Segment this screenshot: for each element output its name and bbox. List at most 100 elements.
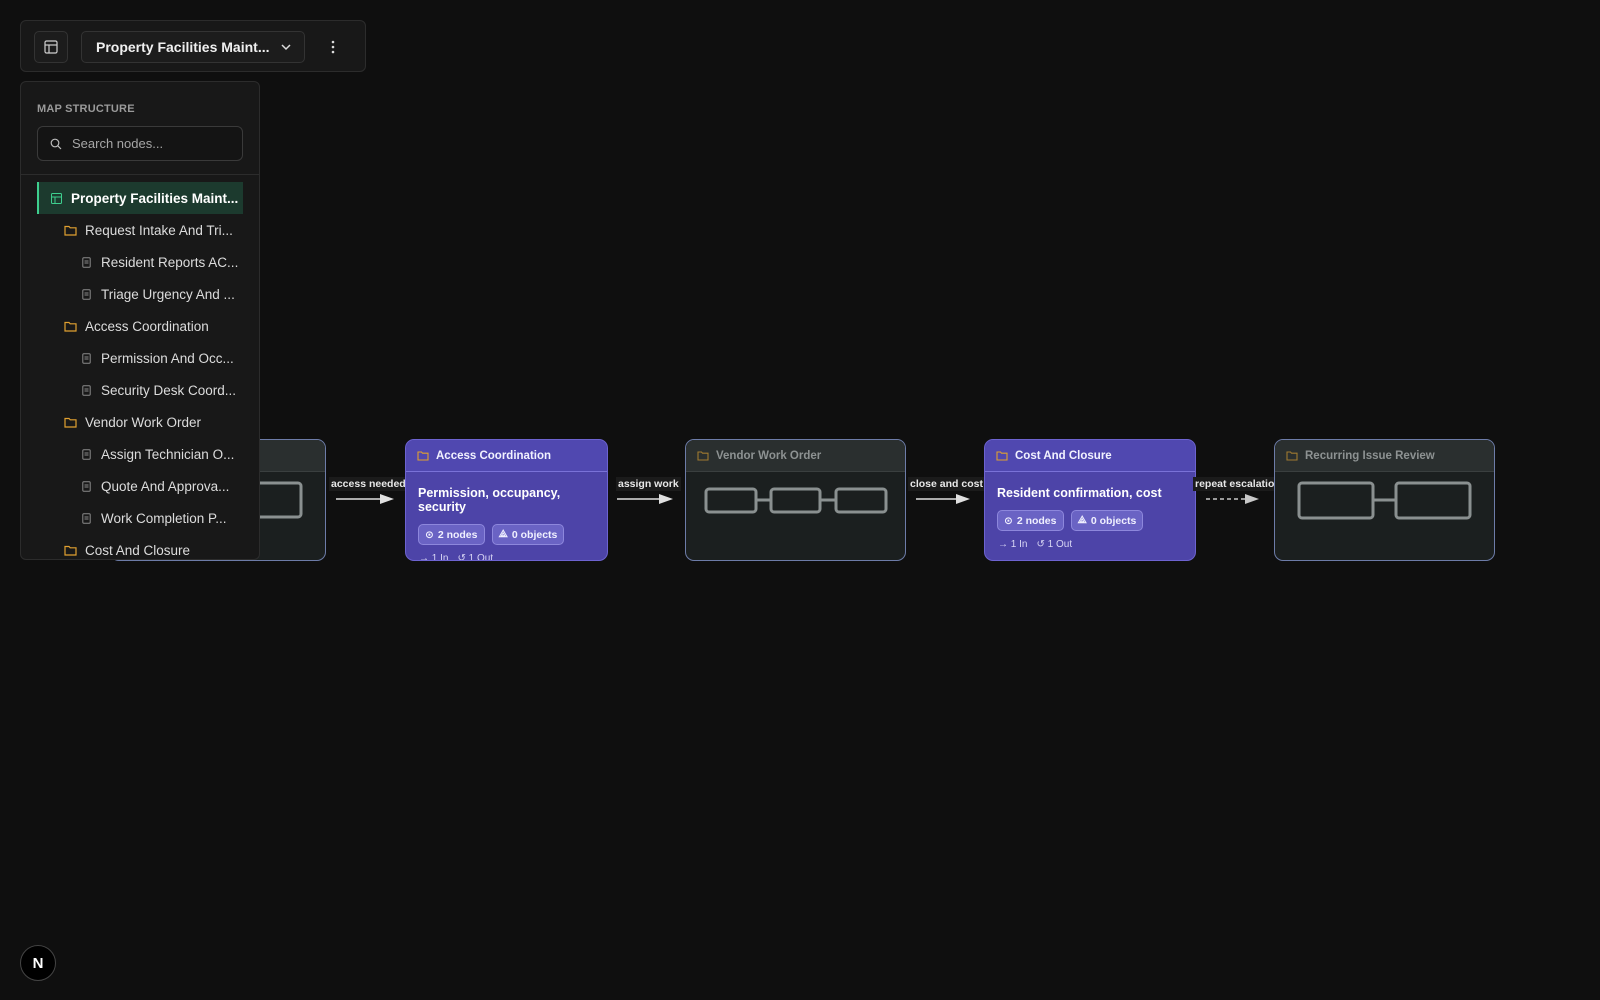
tree-item[interactable]: Work Completion P...	[37, 502, 243, 534]
tree-item[interactable]: Access Coordination	[37, 310, 243, 342]
folder-icon	[63, 545, 77, 556]
document-icon	[81, 352, 91, 364]
document-icon	[79, 480, 93, 492]
document-icon	[79, 288, 93, 300]
folder-icon	[417, 450, 429, 461]
document-icon	[79, 512, 93, 524]
tree-item-label: Triage Urgency And ...	[101, 286, 235, 302]
search-box[interactable]	[37, 126, 243, 161]
collapsed-node-preview	[1297, 481, 1472, 520]
outputs-count: ↺ 1 Out	[457, 553, 493, 561]
arrow-out-icon: ↺	[457, 553, 466, 561]
more-options-button[interactable]	[317, 31, 349, 63]
edge-label[interactable]: access needed	[329, 477, 408, 491]
panel-heading: MAP STRUCTURE	[37, 103, 135, 115]
tree-item[interactable]: Security Desk Coord...	[37, 374, 243, 406]
node-vendor-work-order[interactable]: Vendor Work Order	[685, 439, 906, 561]
tree-item[interactable]: Assign Technician O...	[37, 438, 243, 470]
inputs-count: → 1 In	[419, 553, 448, 561]
tree-item-label: Resident Reports AC...	[101, 254, 239, 270]
app-logo[interactable]: N	[20, 945, 56, 981]
inputs-count: → 1 In	[998, 539, 1028, 550]
tree-item[interactable]: Permission And Occ...	[37, 342, 243, 374]
objects-icon: ⟁	[1077, 514, 1087, 526]
map-icon	[50, 192, 62, 204]
tree-item[interactable]: Property Facilities Maint...	[37, 182, 243, 214]
layout-icon	[44, 40, 58, 54]
edge-label[interactable]: repeat escalation	[1193, 477, 1283, 491]
map-icon	[49, 192, 63, 204]
tree-item-label: Work Completion P...	[101, 510, 227, 526]
tree-item-label: Cost And Closure	[85, 542, 191, 558]
folder-icon	[63, 321, 77, 332]
tree-item[interactable]: Resident Reports AC...	[37, 246, 243, 278]
node-recurring-issue-review[interactable]: Recurring Issue Review	[1274, 439, 1495, 561]
document-icon	[81, 384, 91, 396]
document-icon	[79, 256, 93, 268]
folder-icon	[63, 545, 77, 556]
nodes-count-badge: ⊙ 2 nodes	[997, 510, 1064, 531]
tree-item[interactable]: Vendor Work Order	[37, 406, 243, 438]
node-subtitle: Permission, occupancy, security	[418, 486, 561, 514]
edge-arrow[interactable]	[617, 493, 677, 505]
map-selector-label: Property Facilities Maint...	[96, 39, 270, 55]
tree-item-label: Access Coordination	[85, 318, 209, 334]
node-access-coordination[interactable]: Access Coordination Permission, occupanc…	[405, 439, 608, 561]
edge-arrow[interactable]	[916, 493, 976, 505]
arrow-in-icon: →	[998, 539, 1008, 550]
tree-item-label: Request Intake And Tri...	[85, 222, 233, 238]
tree-item[interactable]: Quote And Approva...	[37, 470, 243, 502]
objects-icon: ⟁	[498, 528, 508, 540]
document-icon	[79, 384, 93, 396]
tree-item[interactable]: Triage Urgency And ...	[37, 278, 243, 310]
node-title: Access Coordination	[436, 449, 552, 462]
search-input[interactable]	[70, 135, 224, 152]
nodes-icon: ⊙	[425, 528, 434, 541]
node-title: Cost And Closure	[1015, 449, 1112, 462]
folder-icon	[1286, 450, 1298, 461]
node-subtitle: Resident confirmation, cost	[997, 486, 1162, 500]
outputs-count: ↺ 1 Out	[1036, 539, 1073, 550]
folder-icon	[63, 417, 77, 428]
nodes-icon: ⊙	[1004, 514, 1013, 527]
divider	[21, 174, 259, 175]
edge-arrow[interactable]	[336, 493, 396, 505]
tree-item[interactable]: Cost And Closure	[37, 534, 243, 559]
node-title: Recurring Issue Review	[1305, 449, 1435, 462]
tree-item-label: Permission And Occ...	[101, 350, 234, 366]
tree-item-label: Quote And Approva...	[101, 478, 230, 494]
edge-label[interactable]: close and cost	[908, 477, 985, 491]
node-cost-and-closure[interactable]: Cost And Closure Resident confirmation, …	[984, 439, 1196, 561]
more-vertical-icon	[331, 40, 335, 54]
folder-icon	[63, 225, 77, 236]
collapsed-node-preview	[704, 487, 888, 514]
folder-icon	[697, 450, 709, 461]
objects-count-badge: ⟁ 0 objects	[1070, 510, 1144, 531]
objects-count-badge: ⟁ 0 objects	[491, 524, 565, 545]
search-icon	[50, 138, 62, 149]
edge-label[interactable]: assign work	[616, 477, 681, 491]
tree-item-label: Vendor Work Order	[85, 414, 202, 430]
document-icon	[81, 512, 91, 524]
folder-icon	[63, 225, 77, 236]
document-icon	[81, 288, 91, 300]
document-icon	[81, 480, 91, 492]
node-title: Vendor Work Order	[716, 449, 822, 462]
arrow-out-icon: ↺	[1036, 539, 1045, 550]
document-icon	[79, 448, 93, 460]
folder-icon	[996, 450, 1008, 461]
folder-icon	[63, 321, 77, 332]
edge-arrow-dashed[interactable]	[1206, 493, 1266, 505]
nodes-count-badge: ⊙ 2 nodes	[418, 524, 485, 545]
arrow-in-icon: →	[419, 553, 429, 561]
node-tree: Property Facilities Maint... Request Inta…	[37, 182, 243, 559]
document-icon	[81, 448, 91, 460]
folder-icon	[63, 417, 77, 428]
tree-item[interactable]: Request Intake And Tri...	[37, 214, 243, 246]
map-selector[interactable]: Property Facilities Maint...	[81, 31, 305, 63]
document-icon	[79, 352, 93, 364]
tree-item-label: Property Facilities Maint...	[71, 190, 239, 206]
layout-toggle-button[interactable]	[34, 31, 68, 63]
tree-item-label: Assign Technician O...	[101, 446, 235, 462]
tree-item-label: Security Desk Coord...	[101, 382, 237, 398]
